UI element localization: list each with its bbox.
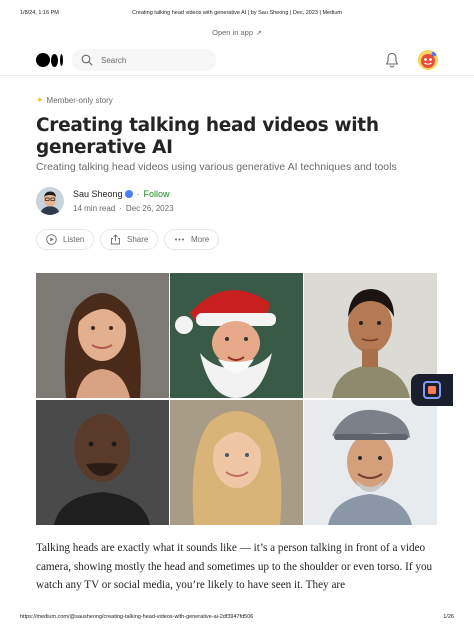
more-dots-icon <box>175 238 184 241</box>
share-label: Share <box>127 235 149 244</box>
portrait-woman-brunette <box>36 273 169 398</box>
listen-label: Listen <box>63 235 85 244</box>
print-page-number: 1/26 <box>443 614 454 620</box>
portrait-santa-claus <box>170 273 303 398</box>
more-button[interactable]: More <box>164 229 220 250</box>
open-in-app-label: Open in app <box>212 28 253 37</box>
follow-button[interactable]: Follow <box>144 189 170 199</box>
print-url: https://medium.com/@sausheong/creating-t… <box>20 614 254 620</box>
member-only-label: Member-only story <box>46 96 113 105</box>
article-meta: 14 min read · Dec 26, 2023 <box>73 204 174 213</box>
article-title: Creating talking head videos with genera… <box>36 115 379 158</box>
listen-button[interactable]: Listen <box>36 229 95 250</box>
share-button[interactable]: Share <box>100 229 159 250</box>
member-only-badge: ✦ Member-only story <box>36 95 113 106</box>
publish-date: Dec 26, 2023 <box>125 204 174 213</box>
article-subtitle: Creating talking head videos using vario… <box>36 161 397 173</box>
external-arrow-icon: ↗ <box>256 30 262 37</box>
bell-icon[interactable] <box>385 52 399 68</box>
author-name[interactable]: Sau Sheong <box>73 189 123 199</box>
portrait-bald-man <box>36 400 169 525</box>
open-in-app-link[interactable]: Open in app ↗ <box>0 28 474 37</box>
verified-icon <box>124 190 133 198</box>
star-icon: ✦ <box>36 95 44 105</box>
author-avatar[interactable] <box>36 187 64 215</box>
app-logo-icon <box>423 381 441 399</box>
medium-logo-icon[interactable] <box>36 53 64 67</box>
search-icon <box>81 54 93 66</box>
share-icon <box>111 234 120 245</box>
print-footer: https://medium.com/@sausheong/creating-t… <box>20 614 454 620</box>
search-placeholder: Search <box>101 55 127 65</box>
floating-app-badge[interactable] <box>411 374 453 406</box>
play-icon <box>46 234 57 245</box>
author-line: Sau Sheong · Follow <box>73 189 170 199</box>
search-input[interactable]: Search <box>72 49 216 71</box>
portrait-man-flat-cap <box>304 400 437 525</box>
print-title: Creating talking head videos with genera… <box>131 10 343 16</box>
top-navigation-bar: Search <box>0 46 474 76</box>
read-time: 14 min read <box>73 204 116 213</box>
hero-image-collage <box>36 273 438 525</box>
print-header: 1/8/24, 1:16 PM Creating talking head vi… <box>20 10 454 20</box>
portrait-woman-blonde <box>170 400 303 525</box>
article-body-paragraph: Talking heads are exactly what it sounds… <box>36 542 433 591</box>
more-label: More <box>191 235 210 244</box>
user-avatar[interactable] <box>418 50 438 70</box>
